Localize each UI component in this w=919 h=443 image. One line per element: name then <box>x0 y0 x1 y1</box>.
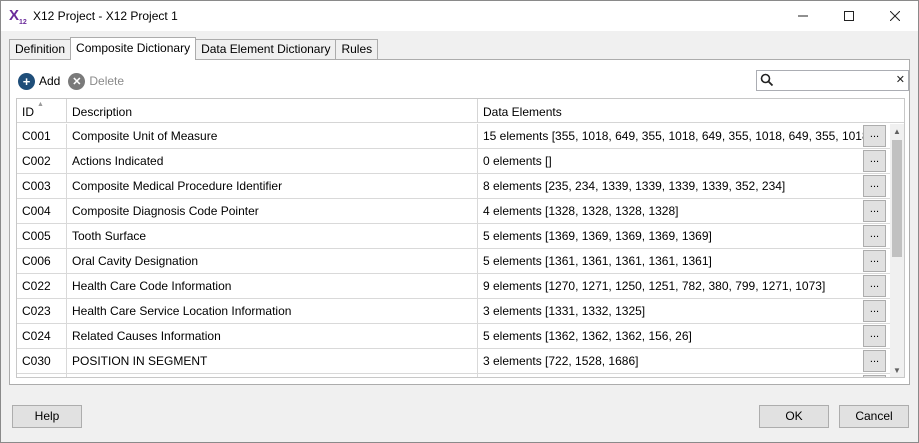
table-row[interactable]: C002 Actions Indicated 0 elements []... <box>17 149 890 174</box>
edit-elements-button[interactable]: ... <box>863 325 886 347</box>
app-icon-letter: X <box>9 7 20 24</box>
header-id-label: ID <box>22 105 34 119</box>
tab-composite-dictionary[interactable]: Composite Dictionary <box>70 37 197 60</box>
cell-data-elements: 3 elements [1331, 1332, 1325] <box>483 304 646 318</box>
app-icon: X12 <box>9 7 27 26</box>
cell-description: Composite Diagnosis Code Pointer <box>67 199 478 223</box>
table-row[interactable]: C023 Health Care Service Location Informa… <box>17 299 890 324</box>
cell-description: POSITION IN SEGMENT <box>67 349 478 373</box>
scroll-down-icon[interactable]: ▼ <box>890 363 904 377</box>
table-row[interactable]: C030 POSITION IN SEGMENT 3 elements [722, … <box>17 349 890 374</box>
window-title: X12 Project - X12 Project 1 <box>33 9 178 23</box>
tab-strip: Definition Composite Dictionary Data Ele… <box>9 37 379 60</box>
cell-data-elements: 9 elements [1270, 1271, 1250, 1251, 782,… <box>483 279 826 293</box>
help-button[interactable]: Help <box>12 405 82 428</box>
edit-elements-button[interactable]: ... <box>863 200 886 222</box>
cell-description: Health Care Code Information <box>67 274 478 298</box>
table-row[interactable]: C024 Related Causes Information 5 elements… <box>17 324 890 349</box>
cell-id: C024 <box>17 324 67 348</box>
close-icon <box>890 11 900 21</box>
clear-search-icon[interactable]: ✕ <box>896 73 905 86</box>
table-row[interactable]: C003 Composite Medical Procedure Identifi… <box>17 174 890 199</box>
search-icon <box>760 73 774 87</box>
cell-data-elements: 8 elements [235, 234, 1339, 1339, 1339, … <box>483 179 786 193</box>
cell-data-elements: 0 elements [] <box>483 154 552 168</box>
dialog-window: X12 X12 Project - X12 Project 1 Definiti… <box>0 0 919 443</box>
minimize-button[interactable] <box>780 1 826 31</box>
cell-id: C003 <box>17 174 67 198</box>
cell-data-elements: 15 elements [355, 1018, 649, 355, 1018, … <box>483 129 865 143</box>
table-row[interactable]: C005 Tooth Surface 5 elements [1369, 1369,… <box>17 224 890 249</box>
cell-data-elements: 5 elements [1362, 1362, 1362, 156, 26] <box>483 329 692 343</box>
title-bar: X12 X12 Project - X12 Project 1 <box>1 1 918 31</box>
add-label: Add <box>39 74 61 88</box>
header-data-elements[interactable]: Data Elements <box>478 99 887 123</box>
cell-id: C005 <box>17 224 67 248</box>
scroll-thumb[interactable] <box>892 140 902 257</box>
cell-id: C030 <box>17 349 67 373</box>
header-id[interactable]: ▲ ID <box>17 99 67 123</box>
tab-rules[interactable]: Rules <box>335 39 379 60</box>
edit-elements-button[interactable]: ... <box>863 300 886 322</box>
tab-data-element-dictionary[interactable]: Data Element Dictionary <box>195 39 337 60</box>
search-input[interactable] <box>777 72 887 89</box>
cell-data-elements: 4 elements [1328, 1328, 1328, 1328] <box>483 204 679 218</box>
cell-description: Oral Cavity Designation <box>67 249 478 273</box>
edit-elements-button[interactable]: ... <box>863 275 886 297</box>
maximize-button[interactable] <box>826 1 872 31</box>
scroll-up-icon[interactable]: ▲ <box>890 124 904 139</box>
cell-data-elements: 3 elements [722, 1528, 1686] <box>483 354 639 368</box>
maximize-icon <box>844 11 854 21</box>
cell-id: C006 <box>17 249 67 273</box>
grid-rows: C001 Composite Unit of Measure 15 elements… <box>17 124 890 377</box>
ok-button[interactable]: OK <box>759 405 829 428</box>
grid-header: ▲ ID Description Data Elements <box>17 99 904 123</box>
table-row[interactable]: C001 Composite Unit of Measure 15 elements… <box>17 124 890 149</box>
cell-id: C001 <box>17 124 67 148</box>
tab-definition[interactable]: Definition <box>9 39 72 60</box>
cell-description <box>67 374 478 377</box>
cell-description: Health Care Service Location Information <box>67 299 478 323</box>
sort-ascending-icon: ▲ <box>37 101 44 108</box>
edit-elements-button[interactable]: ... <box>863 125 886 147</box>
table-row[interactable]: C006 Oral Cavity Designation 5 elements [1… <box>17 249 890 274</box>
table-row[interactable]: ... <box>17 374 890 377</box>
composite-grid: ▲ ID Description Data Elements C001 Compo… <box>16 98 905 378</box>
edit-elements-button[interactable]: ... <box>863 150 886 172</box>
close-button[interactable] <box>872 1 918 31</box>
cell-id: C022 <box>17 274 67 298</box>
cell-description: Tooth Surface <box>67 224 478 248</box>
cell-id: C002 <box>17 149 67 173</box>
cell-description: Composite Medical Procedure Identifier <box>67 174 478 198</box>
cell-id: C023 <box>17 299 67 323</box>
minimize-icon <box>798 15 808 17</box>
vertical-scrollbar[interactable]: ▲ ▼ <box>890 124 904 377</box>
header-description[interactable]: Description <box>67 99 478 123</box>
cell-description: Composite Unit of Measure <box>67 124 478 148</box>
cell-data-elements: 5 elements [1369, 1369, 1369, 1369, 1369… <box>483 229 712 243</box>
delete-label: Delete <box>89 74 125 88</box>
cell-description: Actions Indicated <box>67 149 478 173</box>
composite-dictionary-panel: + Add ✕ Delete ✕ ▲ ID Description Data E… <box>9 59 910 385</box>
cell-description: Related Causes Information <box>67 324 478 348</box>
delete-button[interactable]: ✕ Delete <box>68 72 125 90</box>
edit-elements-button[interactable]: ... <box>863 250 886 272</box>
toolbar: + Add ✕ Delete <box>18 70 132 92</box>
edit-elements-button[interactable]: ... <box>863 350 886 372</box>
table-row[interactable]: C004 Composite Diagnosis Code Pointer 4 el… <box>17 199 890 224</box>
search-box[interactable]: ✕ <box>756 70 909 91</box>
plus-circle-icon: + <box>18 72 35 90</box>
cell-id <box>17 374 67 377</box>
cell-data-elements: 5 elements [1361, 1361, 1361, 1361, 1361… <box>483 254 712 268</box>
add-button[interactable]: + Add <box>18 72 61 90</box>
app-icon-subscript: 12 <box>19 19 27 26</box>
cell-data-elements <box>478 374 865 377</box>
edit-elements-button[interactable]: ... <box>863 225 886 247</box>
edit-elements-button[interactable]: ... <box>863 375 886 377</box>
edit-elements-button[interactable]: ... <box>863 175 886 197</box>
cell-id: C004 <box>17 199 67 223</box>
table-row[interactable]: C022 Health Care Code Information 9 elemen… <box>17 274 890 299</box>
x-circle-icon: ✕ <box>68 72 86 90</box>
cancel-button[interactable]: Cancel <box>839 405 909 428</box>
